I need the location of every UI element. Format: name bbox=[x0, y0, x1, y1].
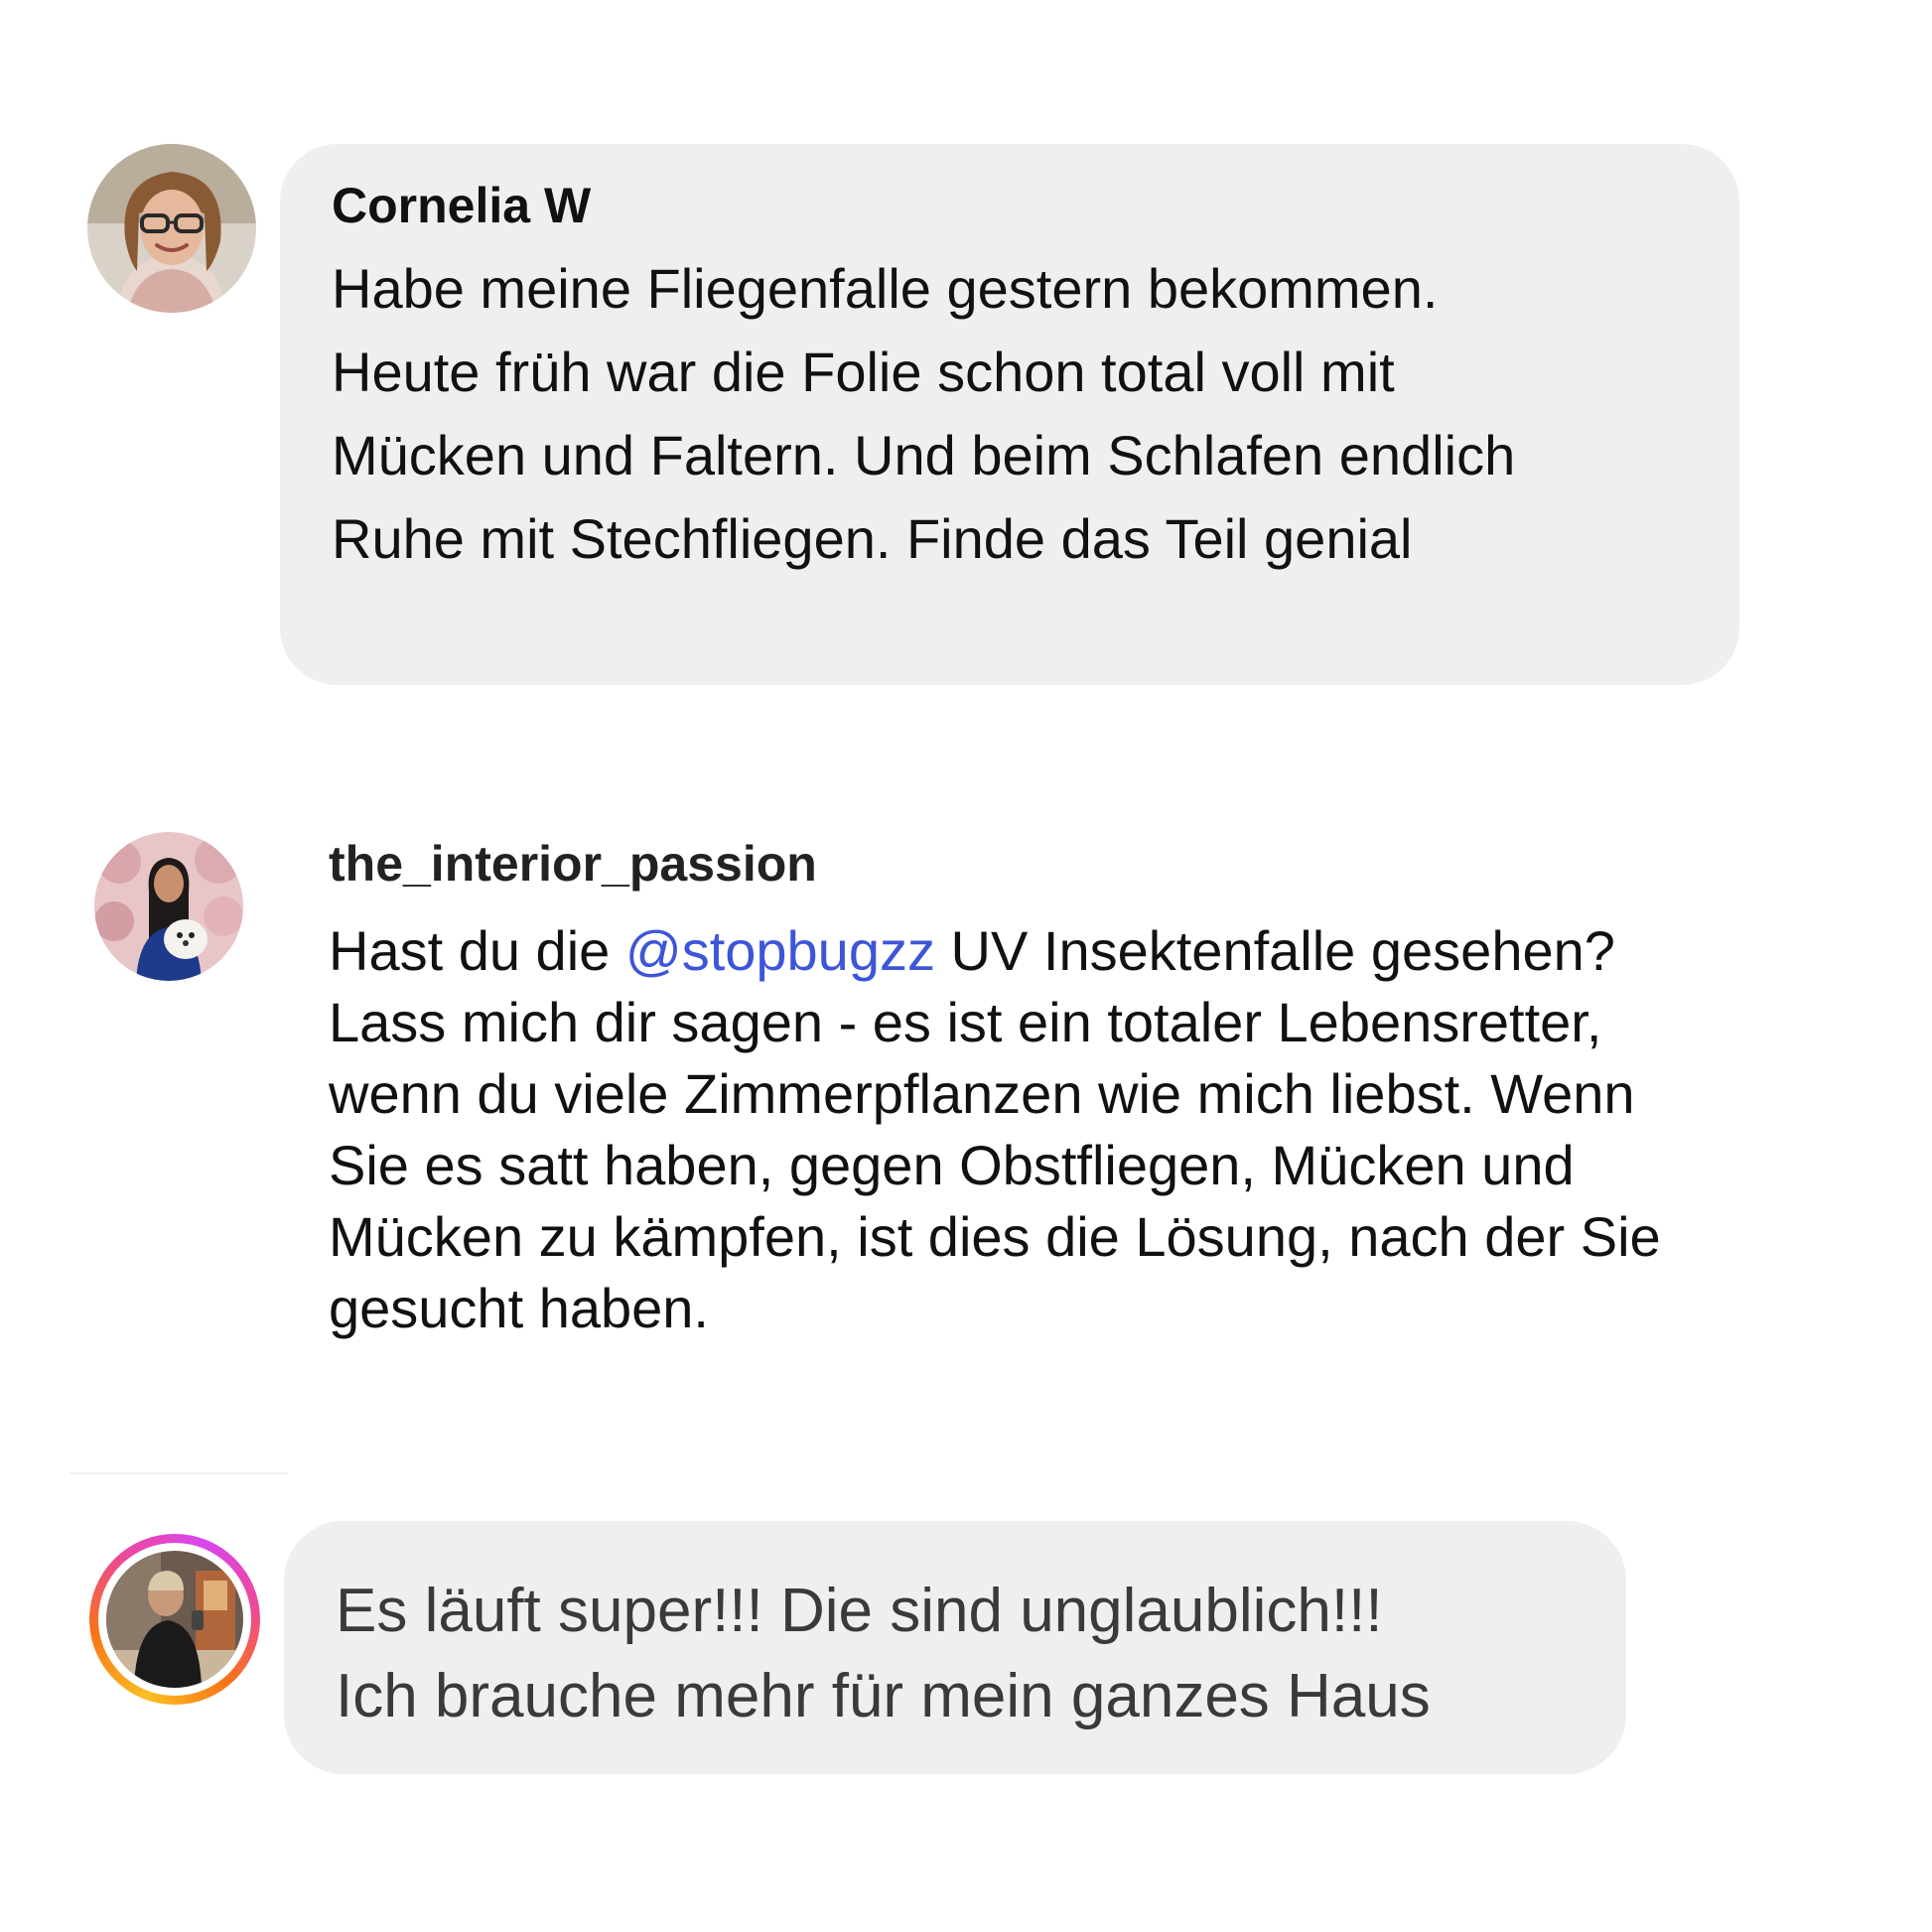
avatar-the-interior-passion[interactable] bbox=[94, 832, 243, 981]
comment: the_interior_passion Hast du die @stopbu… bbox=[329, 834, 1917, 1344]
user-avatar-story-ring-icon bbox=[106, 1551, 243, 1688]
user-avatar-woman-glasses-icon bbox=[87, 144, 256, 313]
comment-text-part: Hast du die bbox=[329, 919, 625, 982]
comment-author[interactable]: Cornelia W bbox=[332, 176, 1700, 235]
avatar-story-user[interactable] bbox=[106, 1551, 243, 1688]
comment-text: Hast du die @stopbugzz UV Insektenfalle … bbox=[329, 915, 1917, 1344]
user-avatar-woman-with-dog-icon bbox=[94, 832, 243, 981]
divider bbox=[69, 1472, 288, 1474]
comment-bubble: Cornelia W Habe meine Fliegenfalle geste… bbox=[280, 144, 1739, 685]
comment-text: Habe meine Fliegenfalle gestern bekommen… bbox=[332, 257, 1516, 570]
comment-text-part: UV Insektenfalle gesehen? Lass mich dir … bbox=[329, 919, 1661, 1339]
comment-bubble: Es läuft super!!! Die sind unglaublich!!… bbox=[284, 1521, 1626, 1774]
comment-text: Es läuft super!!! Die sind unglaublich!!… bbox=[336, 1577, 1431, 1730]
avatar-cornelia-w[interactable] bbox=[87, 144, 256, 313]
mention-link[interactable]: @stopbugzz bbox=[625, 919, 935, 982]
comment-author[interactable]: the_interior_passion bbox=[329, 834, 1917, 894]
